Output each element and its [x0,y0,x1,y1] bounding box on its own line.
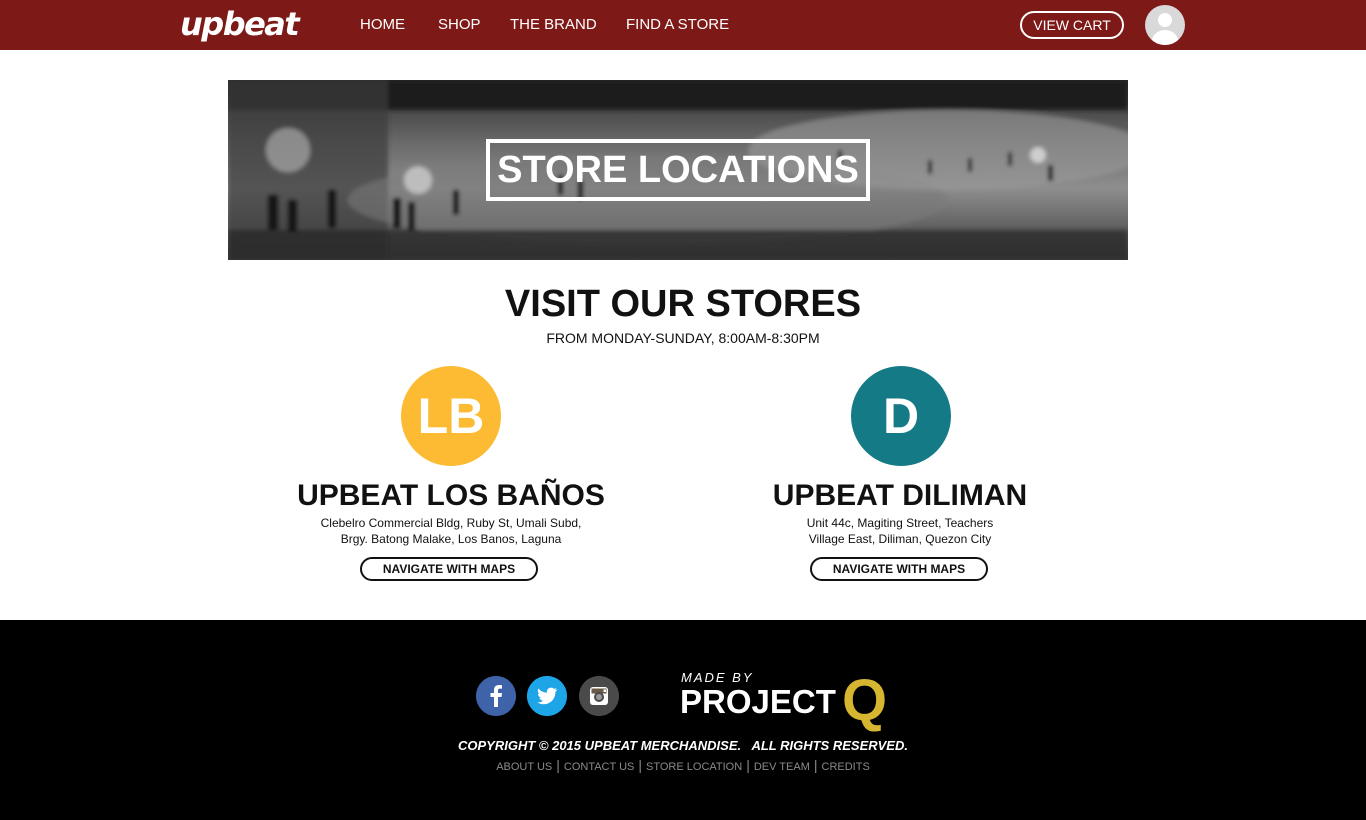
link-separator: | [556,757,560,773]
upbeat-logo[interactable]: upbeat [180,6,300,42]
navigate-maps-button-los-banos[interactable]: NAVIGATE WITH MAPS [360,557,538,581]
store-address-line1: Unit 44c, Magiting Street, Teachers [806,516,994,530]
facebook-glyph [476,676,516,716]
store-badge-los-banos: LB [401,366,501,466]
page-title: VISIT OUR STORES [504,283,862,325]
copyright-text: COPYRIGHT © 2015 UPBEAT MERCHANDISE. ALL… [458,738,908,753]
store-name-diliman: UPBEAT DILIMAN [772,479,1028,512]
store-address-line1: Clebelro Commercial Bldg, Ruby St, Umali… [320,516,582,530]
twitter-icon[interactable] [527,676,567,716]
footer-link-credits[interactable]: CREDITS [822,761,870,773]
footer-link-about-us[interactable]: ABOUT US [496,761,552,773]
facebook-icon[interactable] [476,676,516,716]
project-q-logo: Q [842,668,888,733]
store-name-los-banos: UPBEAT LOS BAÑOS [297,479,605,512]
nav-home[interactable]: HOME [360,16,405,34]
store-address-line2: Brgy. Batong Malake, Los Banos, Laguna [340,532,562,546]
nav-find-a-store[interactable]: FIND A STORE [626,16,729,34]
navigate-maps-button-diliman[interactable]: NAVIGATE WITH MAPS [810,557,988,581]
footer-link-contact-us[interactable]: CONTACT US [564,761,635,773]
nav-the-brand[interactable]: THE BRAND [510,16,597,34]
user-silhouette-icon [1152,13,1178,45]
twitter-glyph [527,676,567,716]
user-avatar-icon[interactable] [1145,5,1185,45]
instagram-glyph [579,676,619,716]
footer-links: ABOUT US | CONTACT US | STORE LOCATION | DEV T… [0,757,1366,775]
store-hours: FROM MONDAY-SUNDAY, 8:00AM-8:30PM [546,330,820,346]
instagram-icon[interactable] [579,676,619,716]
store-address-line2: Village East, Diliman, Quezon City [808,532,992,546]
footer-link-dev-team[interactable]: DEV TEAM [754,761,810,773]
link-separator: | [813,757,818,773]
banner-title: STORE LOCATIONS [486,139,870,201]
nav-shop[interactable]: SHOP [438,16,481,34]
link-separator: | [746,757,750,773]
view-cart-button[interactable]: VIEW CART [1020,11,1124,39]
footer-link-store-location[interactable]: STORE LOCATION [646,761,742,773]
link-separator: | [638,757,643,773]
project-label: PROJECT [680,683,836,720]
store-badge-diliman: D [851,366,951,466]
